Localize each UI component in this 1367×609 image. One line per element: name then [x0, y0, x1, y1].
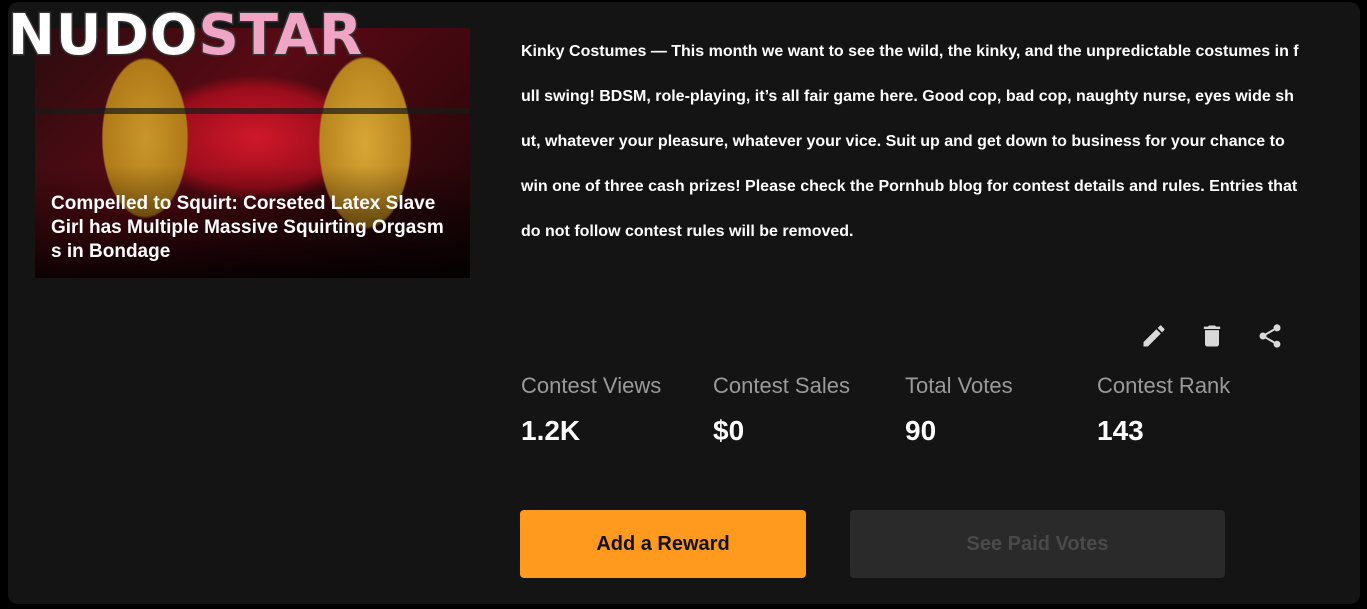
stat-label: Contest Rank	[1097, 373, 1231, 398]
stat-label: Total Votes	[905, 373, 1013, 398]
see-paid-votes-button[interactable]: See Paid Votes	[850, 510, 1225, 578]
stat-views: Contest Views 1.2K	[521, 372, 711, 448]
entry-actions	[1138, 320, 1286, 352]
stat-value: 90	[905, 415, 937, 446]
site-logo: NUDOSTAR	[6, 3, 364, 68]
stat-value: 143	[1097, 415, 1144, 446]
stat-sales: Contest Sales $0	[713, 372, 903, 448]
trash-icon[interactable]	[1196, 320, 1228, 352]
pencil-icon[interactable]	[1138, 320, 1170, 352]
add-reward-button[interactable]: Add a Reward	[520, 510, 806, 578]
stat-value: $0	[713, 415, 745, 446]
stat-rank: Contest Rank 143	[1097, 372, 1287, 448]
video-title[interactable]: Compelled to Squirt: Corseted Latex Slav…	[51, 192, 451, 264]
stat-votes: Total Votes 90	[905, 372, 1095, 448]
share-icon[interactable]	[1254, 320, 1286, 352]
logo-part-2: STAR	[197, 3, 364, 68]
contest-description: Kinky Costumes — This month we want to s…	[521, 43, 1299, 240]
thumbnail-decor	[35, 108, 470, 114]
stat-label: Contest Sales	[713, 373, 850, 398]
contest-entry-card: Compelled to Squirt: Corseted Latex Slav…	[8, 2, 1360, 604]
stat-value: 1.2K	[521, 415, 581, 446]
logo-part-1: NUDO	[6, 3, 199, 68]
stat-label: Contest Views	[521, 373, 662, 398]
